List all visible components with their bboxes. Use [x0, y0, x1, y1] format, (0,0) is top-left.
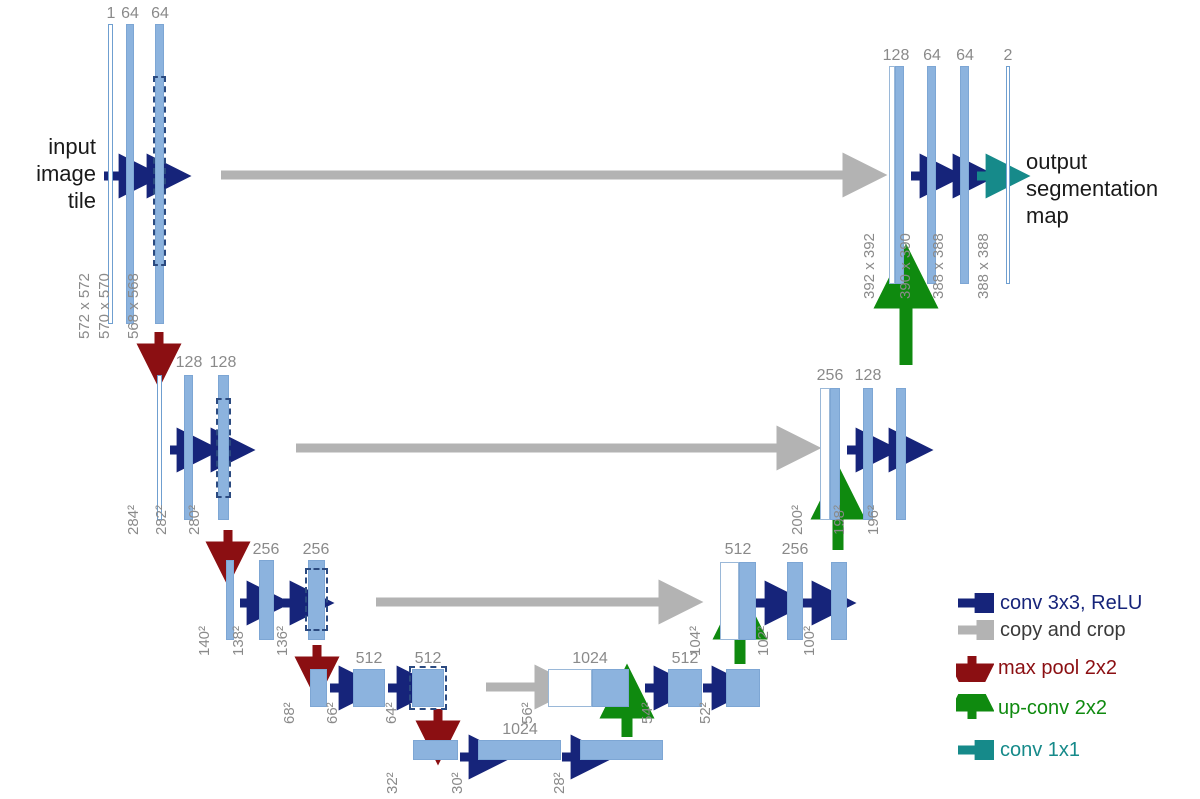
dim-label-decoder-1-3: 388 x 388 [975, 233, 992, 299]
channel-label-decoder-1-0: 128 [882, 47, 910, 64]
dim-label-decoder-2-2: 196² [865, 504, 882, 535]
block-decoder-1-2 [960, 66, 969, 284]
dim-label-decoder-3-0: 104² [687, 625, 704, 656]
channel-label-encoder-2-2: 128 [209, 354, 237, 371]
dim-label-encoder-1-2: 568 x 568 [125, 273, 142, 339]
crop-box-encoder-4 [409, 666, 447, 710]
channel-label-encoder-1-2: 64 [151, 5, 169, 22]
right-arrow-icon [958, 593, 994, 613]
channel-label-encoder-1-1: 64 [121, 5, 139, 22]
block-encoder-2-1 [184, 375, 193, 520]
channel-label-decoder-2-1: 128 [854, 367, 882, 384]
legend-item-conv1x1: conv 1x1 [956, 737, 1080, 763]
channel-label-decoder-1-3: 2 [1003, 47, 1013, 64]
dim-label-encoder-3-1: 138² [230, 625, 247, 656]
legend-label-maxpool: max pool 2x2 [998, 657, 1117, 679]
channel-label-encoder-3-2: 256 [302, 541, 330, 558]
dim-label-bottleneck-1: 30² [449, 772, 466, 794]
block-bottleneck-1 [478, 740, 561, 760]
legend-label-conv3x3: conv 3x3, ReLU [1000, 592, 1143, 614]
up-arrow-icon [956, 694, 994, 719]
channel-label-decoder-1-1: 64 [923, 47, 941, 64]
dim-label-encoder-2-1: 282² [153, 504, 170, 535]
unet-diagram: 1 572 x 572 64 570 x 570 64 568 x 568 in… [0, 0, 1200, 799]
block-decoder-3-2 [831, 562, 847, 640]
block-decoder-2-2 [896, 388, 906, 520]
block-decoder-2-1 [863, 388, 873, 520]
dim-label-decoder-4-1: 54² [639, 702, 656, 724]
dim-label-bottleneck-0: 32² [384, 772, 401, 794]
right-arrow-icon [958, 620, 994, 640]
right-arrow-icon [958, 740, 994, 760]
dim-label-decoder-1-0: 392 x 392 [861, 233, 878, 299]
dim-label-encoder-2-0: 284² [125, 504, 142, 535]
crop-box-encoder-1 [153, 76, 166, 266]
channel-label-encoder-4-1: 512 [355, 650, 383, 667]
dim-label-encoder-3-0: 140² [196, 625, 213, 656]
legend-label-copy-crop: copy and crop [1000, 619, 1126, 641]
crop-box-encoder-2 [216, 398, 231, 498]
block-decoder-3-0-copy [720, 562, 739, 640]
dim-label-encoder-4-1: 66² [324, 702, 341, 724]
dim-label-decoder-2-0: 200² [789, 504, 806, 535]
block-decoder-2-0-copy [820, 388, 830, 520]
dim-label-decoder-3-1: 102² [755, 625, 772, 656]
legend-label-upconv: up-conv 2x2 [998, 697, 1107, 719]
dim-label-decoder-2-1: 198² [831, 504, 848, 535]
dim-label-decoder-4-2: 52² [697, 702, 714, 724]
dim-label-decoder-4-0: 56² [519, 702, 536, 724]
dim-label-encoder-1-1: 570 x 570 [96, 273, 113, 339]
channel-label-decoder-1-2: 64 [956, 47, 974, 64]
channel-label-decoder-3-0: 512 [724, 541, 752, 558]
block-decoder-3-0-up [739, 562, 756, 640]
channel-label-bottleneck-1: 1024 [502, 721, 538, 738]
legend-item-conv3x3: conv 3x3, ReLU [956, 590, 1142, 616]
block-encoder-4-0 [310, 669, 327, 707]
output-segmentation-map-label: output segmentation map [1026, 149, 1159, 228]
legend-label-conv1x1: conv 1x1 [1000, 739, 1081, 761]
channel-label-decoder-3-1: 256 [781, 541, 809, 558]
dim-label-encoder-4-2: 64² [383, 702, 400, 724]
dim-label-encoder-3-2: 136² [274, 625, 291, 656]
dim-label-decoder-1-1: 390 x 390 [897, 233, 914, 299]
block-decoder-1-3-output [1006, 66, 1010, 284]
block-bottleneck-2 [580, 740, 663, 760]
dim-label-encoder-4-0: 68² [281, 702, 298, 724]
dim-label-encoder-1-0: 572 x 572 [76, 273, 93, 339]
legend-item-copy-crop: copy and crop [956, 617, 1126, 643]
dim-label-decoder-3-2: 100² [801, 625, 818, 656]
block-decoder-4-0-copy [548, 669, 592, 707]
block-decoder-2-0-up [830, 388, 840, 520]
block-decoder-4-2 [726, 669, 760, 707]
input-image-tile-label: input image tile [36, 134, 96, 213]
block-decoder-4-0-up [592, 669, 629, 707]
block-bottleneck-0 [413, 740, 458, 760]
block-encoder-2-0 [157, 375, 162, 520]
channel-label-decoder-4-0: 1024 [572, 650, 608, 667]
dim-label-encoder-2-2: 280² [186, 504, 203, 535]
down-arrow-icon [956, 656, 994, 682]
block-decoder-4-1 [668, 669, 702, 707]
legend-item-maxpool: max pool 2x2 [956, 655, 1117, 682]
dim-label-bottleneck-2: 28² [551, 772, 568, 794]
channel-label-encoder-3-1: 256 [252, 541, 280, 558]
block-encoder-3-1 [259, 560, 274, 640]
block-encoder-4-1 [353, 669, 385, 707]
legend-item-upconv: up-conv 2x2 [956, 694, 1107, 721]
dim-label-decoder-1-2: 388 x 388 [930, 233, 947, 299]
crop-box-encoder-3 [305, 568, 328, 631]
channel-label-encoder-4-2: 512 [414, 650, 442, 667]
